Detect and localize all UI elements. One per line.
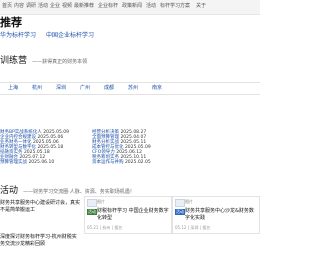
top-navigation-bar: 首页 内容 调研 活动 企业 视频 最新推荐 企业标杆 政策新闻 活动 标杆学习… bbox=[0, 0, 260, 15]
activity-card-meta: 05.21 | 杭州 | 报名 bbox=[87, 225, 123, 230]
news-item[interactable]: 资本运作与并购 2025.02.05 bbox=[92, 159, 151, 165]
activity-card[interactable]: 图片 活动 财税标杆学习 中国企业财务数字化转型 05.21 | 杭州 | 报名 bbox=[84, 196, 172, 234]
nav-item-video[interactable]: 视频 bbox=[62, 2, 72, 9]
activity-card-meta: 05.12 | 深圳 | 报名 bbox=[175, 225, 211, 230]
activity-card[interactable]: 图片 活动 财务共享服务中心沙龙&财务数字化实践 05.12 | 深圳 | 报名 bbox=[172, 196, 260, 234]
activity-subtitle: ——财务学习交流圈·人脉、资源、务实职场机遇！ bbox=[23, 189, 135, 195]
benchmark-link-1[interactable]: 华为标杆学习 bbox=[0, 30, 36, 39]
activity-title: 活动 bbox=[0, 186, 19, 196]
activity-card-title[interactable]: 财税标杆学习 中国企业财务数字化转型 bbox=[97, 208, 169, 222]
nav-item-enterprise[interactable]: 企业 bbox=[50, 2, 60, 9]
activity-list-item[interactable]: 财务共享服务中心建设研讨会，真实不是简单搬运工 bbox=[0, 200, 80, 214]
activity-header: 活动 ——财务学习交流圈·人脉、资源、务实职场机遇！ bbox=[0, 178, 135, 197]
nav-item-activity[interactable]: 活动 bbox=[146, 2, 156, 9]
activity-list-item[interactable]: 深度探讨财务标杆学习-杭州财税实务交流沙龙精彩回顾 bbox=[0, 234, 80, 248]
nav-item-about[interactable]: 关于 bbox=[196, 2, 206, 9]
image-placeholder-icon bbox=[175, 199, 185, 207]
city-tab-shenzhen[interactable]: 深圳 bbox=[56, 84, 66, 91]
activity-tag: 活动 bbox=[87, 209, 97, 215]
training-subtitle: ——获得真正的财务本领 bbox=[32, 59, 88, 65]
training-header: 训练营 ——获得真正的财务本领 bbox=[0, 48, 87, 67]
city-tab-nanjing[interactable]: 南京 bbox=[152, 84, 162, 91]
recommend-title: 推荐 bbox=[0, 16, 22, 29]
training-title: 训练营 bbox=[0, 56, 28, 66]
activity-card-title[interactable]: 财务共享服务中心沙龙&财务数字化实践 bbox=[185, 208, 257, 222]
city-tab-suzhou[interactable]: 苏州 bbox=[128, 84, 138, 91]
nav-item-research[interactable]: 调研 bbox=[26, 2, 36, 9]
nav-item-plan[interactable]: 标杆学习方案 bbox=[160, 2, 190, 9]
nav-item-latest[interactable]: 最新推荐 bbox=[74, 2, 94, 9]
nav-item-home[interactable]: 首页 bbox=[2, 2, 12, 9]
activity-tag: 活动 bbox=[175, 209, 185, 215]
city-tab-guangzhou[interactable]: 广州 bbox=[80, 84, 90, 91]
image-caption: 图片 bbox=[97, 199, 105, 204]
image-caption: 图片 bbox=[185, 199, 193, 204]
nav-item-content[interactable]: 内容 bbox=[14, 2, 24, 9]
news-item[interactable]: 预算管理实战 2025.06.10 bbox=[0, 159, 54, 165]
nav-item-events[interactable]: 活动 bbox=[38, 2, 48, 9]
nav-item-benchmark[interactable]: 企业标杆 bbox=[98, 2, 118, 9]
image-placeholder-icon bbox=[87, 199, 97, 207]
city-tab-chengdu[interactable]: 成都 bbox=[104, 84, 114, 91]
city-tab-hangzhou[interactable]: 杭州 bbox=[32, 84, 42, 91]
nav-item-policy[interactable]: 政策新闻 bbox=[122, 2, 142, 9]
cities-bottom-divider bbox=[0, 94, 260, 95]
benchmark-link-2[interactable]: 中国企业标杆学习 bbox=[46, 30, 94, 39]
cities-top-divider bbox=[0, 82, 260, 83]
city-tab-shanghai[interactable]: 上海 bbox=[8, 84, 18, 91]
